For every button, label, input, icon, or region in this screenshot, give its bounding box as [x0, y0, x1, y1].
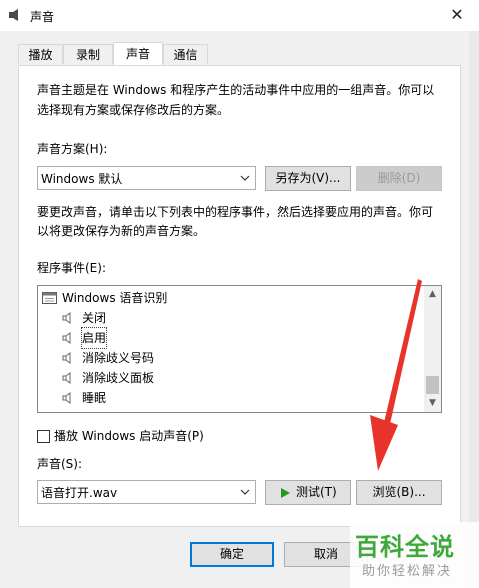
sound-file-select[interactable]: 语音打开.wav [37, 480, 256, 504]
test-button-label: 测试(T) [296, 485, 337, 499]
intro-text-line2: 选择现有方案或保存修改后的方案。 [37, 103, 230, 117]
list-item-label: Windows 语音识别 [62, 291, 168, 305]
watermark-slogan: 助你轻松解决 [362, 564, 453, 579]
list-item-label: 启用 [80, 327, 108, 349]
list-item-label: 消除歧义面板 [82, 371, 155, 385]
red-arrow-annotation [370, 279, 422, 471]
tab-sounds[interactable]: 声音 [113, 42, 163, 66]
play-startup-checkbox[interactable] [37, 430, 50, 443]
list-item-label: 睡眠 [82, 391, 107, 405]
watermark-brand: 百科全说 [355, 533, 455, 561]
change-text-line2: 以将更改保存为新的声音方案。 [37, 224, 206, 238]
play-icon [281, 488, 290, 498]
close-icon[interactable]: ✕ [446, 4, 468, 26]
test-button[interactable]: 测试(T) [265, 480, 351, 505]
speaker-icon [62, 392, 71, 404]
play-startup-label: 播放 Windows 启动声音(P) [54, 429, 204, 443]
sound-file-value: 语音打开.wav [41, 486, 118, 500]
window-title: 声音 [30, 10, 55, 24]
chevron-down-icon [240, 489, 250, 495]
tab-playback[interactable]: 播放 [18, 44, 63, 64]
speaker-icon [62, 312, 71, 324]
window-icon [42, 292, 57, 304]
speaker-icon [62, 332, 71, 344]
title-bar [0, 0, 479, 31]
scheme-select[interactable]: Windows 默认 [37, 166, 256, 190]
list-item-label: 关闭 [82, 311, 107, 325]
scheme-value: Windows 默认 [41, 172, 123, 186]
ok-button[interactable]: 确定 [190, 542, 274, 567]
sound-label: 声音(S): [37, 457, 83, 471]
scheme-label: 声音方案(H): [37, 142, 108, 156]
delete-button[interactable]: 删除(D) [356, 166, 442, 191]
speaker-icon [62, 372, 71, 384]
chevron-down-icon [240, 175, 250, 181]
speaker-icon [62, 352, 71, 364]
events-label: 程序事件(E): [37, 261, 106, 275]
tab-recording[interactable]: 录制 [63, 44, 113, 64]
background-window-edge [469, 31, 479, 588]
tab-communications[interactable]: 通信 [163, 44, 208, 64]
change-text-line1: 要更改声音，请单击以下列表中的程序事件，然后选择要应用的声音。你可 [37, 205, 434, 219]
save-as-button[interactable]: 另存为(V)... [265, 166, 351, 191]
browse-button[interactable]: 浏览(B)... [356, 480, 442, 505]
list-item-label: 消除歧义号码 [82, 351, 155, 365]
speaker-app-icon [9, 9, 18, 21]
intro-text-line1: 声音主题是在 Windows 和程序产生的活动事件中应用的一组声音。你可以 [37, 83, 435, 97]
